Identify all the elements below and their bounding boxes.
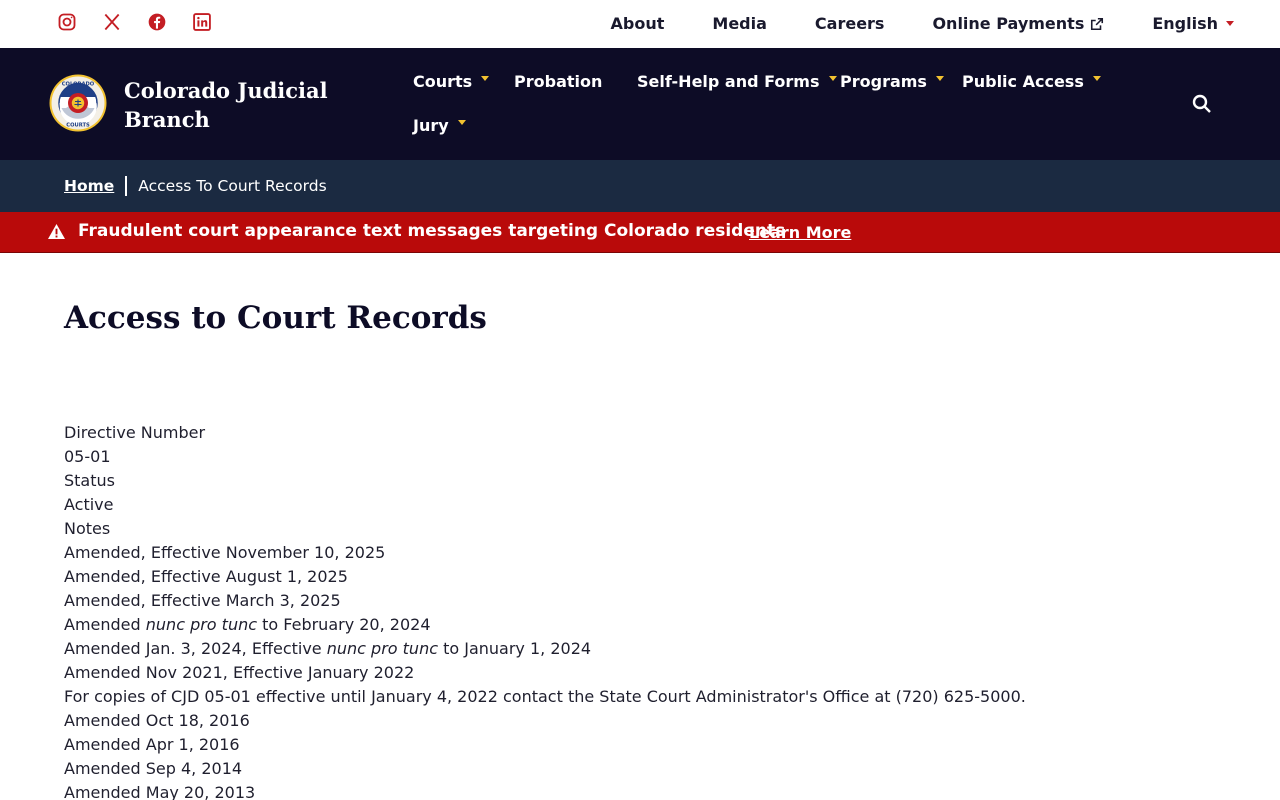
chevron-down-icon (1226, 21, 1234, 26)
main-header: COLORADO COURTS Colorado Judicial Branch… (0, 48, 1280, 160)
note-line: Amended Jan. 3, 2024, Effective nunc pro… (64, 639, 592, 658)
utility-bar: About Media Careers Online Payments Engl… (0, 0, 1280, 48)
instagram-icon[interactable] (57, 12, 79, 36)
directive-number-label: Directive Number (64, 423, 206, 442)
chevron-down-icon (1092, 76, 1101, 81)
page-title: Access to Court Records (64, 300, 487, 336)
note-line: Amended, Effective August 1, 2025 (64, 567, 348, 586)
careers-link[interactable]: Careers (815, 14, 885, 33)
utility-nav: About Media Careers Online Payments Engl… (611, 14, 1234, 33)
nav-public-access[interactable]: Public Access (962, 72, 1101, 91)
warning-icon (48, 223, 65, 240)
x-icon[interactable] (102, 12, 124, 36)
note-line: Amended Sep 4, 2014 (64, 759, 243, 778)
logo-text-top: COLORADO (62, 82, 95, 88)
search-icon[interactable] (1191, 93, 1213, 115)
note-line: Amended Apr 1, 2016 (64, 735, 240, 754)
directive-details: Directive Number 05-01 Status Active Not… (64, 421, 1026, 800)
note-line: Amended Oct 18, 2016 (64, 711, 250, 730)
media-link[interactable]: Media (712, 14, 767, 33)
chevron-down-icon (935, 76, 944, 81)
about-link[interactable]: About (611, 14, 665, 33)
breadcrumb-current: Access To Court Records (138, 177, 327, 195)
note-line: Amended, Effective November 10, 2025 (64, 543, 386, 562)
notes-label: Notes (64, 519, 111, 538)
note-line: For copies of CJD 05-01 effective until … (64, 687, 1026, 706)
external-link-icon (1091, 17, 1104, 30)
alert-banner: Fraudulent court appearance text message… (0, 212, 1280, 253)
breadcrumb-separator (125, 176, 128, 196)
social-links (57, 12, 237, 36)
online-payments-link[interactable]: Online Payments (932, 14, 1104, 33)
note-line: Amended nunc pro tunc to February 20, 20… (64, 615, 431, 634)
chevron-down-icon (481, 76, 490, 81)
notes-list: Amended, Effective November 10, 2025 Amen… (64, 541, 1026, 800)
facebook-icon[interactable] (147, 12, 169, 36)
directive-number-value: 05-01 (64, 447, 111, 466)
chevron-down-icon (828, 76, 837, 81)
note-line: Amended Nov 2021, Effective January 2022 (64, 663, 415, 682)
breadcrumb-home[interactable]: Home (64, 177, 114, 195)
nav-jury[interactable]: Jury (413, 116, 466, 135)
learn-more-link[interactable]: Learn More (749, 223, 851, 242)
language-select[interactable]: English (1152, 14, 1234, 33)
breadcrumb: Home Access To Court Records (64, 176, 327, 196)
site-title[interactable]: Colorado Judicial Branch (124, 76, 344, 134)
colorado-courts-logo[interactable]: COLORADO COURTS (49, 74, 107, 132)
nav-programs[interactable]: Programs (840, 72, 944, 91)
nav-self-help-forms[interactable]: Self-Help and Forms (637, 72, 837, 91)
nav-probation[interactable]: Probation (514, 72, 602, 91)
nav-courts[interactable]: Courts (413, 72, 490, 91)
status-label: Status (64, 471, 115, 490)
note-line: Amended May 20, 2013 (64, 783, 256, 800)
breadcrumb-bar: Home Access To Court Records (0, 160, 1280, 212)
note-line: Amended, Effective March 3, 2025 (64, 591, 341, 610)
logo-text-bottom: COURTS (66, 123, 90, 129)
linkedin-icon[interactable] (192, 12, 214, 36)
chevron-down-icon (457, 120, 466, 125)
status-value: Active (64, 495, 114, 514)
alert-message: Fraudulent court appearance text message… (78, 221, 786, 241)
